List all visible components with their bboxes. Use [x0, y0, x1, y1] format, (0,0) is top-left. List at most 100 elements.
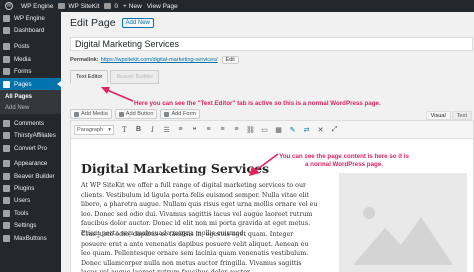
add-media-button[interactable]: Add Media	[70, 109, 112, 119]
fullscreen-icon[interactable]: ⤢	[329, 124, 340, 135]
comment-bubble-icon	[104, 3, 112, 9]
builder-tabs: Text Editor Beaver Builder	[70, 70, 161, 84]
toolbar-toggle-icon[interactable]: ▦	[273, 124, 284, 135]
format-select-value: Paragraph	[77, 126, 104, 133]
italic-icon[interactable]: I	[147, 124, 158, 135]
sidebar-item-posts[interactable]: Posts	[0, 41, 61, 53]
sidebar-item-appearance[interactable]: Appearance	[0, 158, 61, 170]
tab-text-editor[interactable]: Text Editor	[70, 70, 109, 84]
view-page-label: View Page	[146, 2, 178, 10]
sidebar-item-label: ThirstyAffiliates	[14, 132, 56, 140]
read-more-icon[interactable]: ▭	[259, 124, 270, 135]
admin-bar-view-page[interactable]: View Page	[147, 3, 178, 10]
tinymce-editor[interactable]: Paragraph ▾ T B I ☰ ≡ ❝ ≡ ≡ ≡ ⛓ ▭ ▦ ✎ ⇄ ✕…	[70, 120, 474, 272]
pages-icon	[3, 80, 10, 88]
sidebar-item-label: MaxButtons	[14, 234, 47, 242]
sidebar-item-dashboard[interactable]: Dashboard	[0, 24, 61, 36]
comments-count: 0	[114, 2, 118, 10]
editor-toolbar: Paragraph ▾ T B I ☰ ≡ ❝ ≡ ≡ ≡ ⛓ ▭ ▦ ✎ ⇄ ✕…	[71, 121, 473, 139]
sidebar-item-convert-pro[interactable]: Convert Pro	[0, 142, 61, 154]
sidebar-item-label: Settings	[14, 222, 37, 230]
sidebar-item-comments[interactable]: Comments	[0, 117, 61, 129]
submenu-all-pages[interactable]: All Pages	[0, 91, 61, 102]
thirsty-link-icon[interactable]: ✎	[287, 124, 298, 135]
button-icon	[118, 111, 124, 117]
annotation-arrow-icon	[101, 87, 134, 102]
plus-icon: +	[122, 2, 127, 10]
sidebar-item-label: Pages	[14, 80, 32, 88]
add-form-button[interactable]: Add Form	[160, 109, 200, 119]
sidebar-item-settings[interactable]: Settings	[0, 219, 61, 231]
permalink-row: Permalink: https://wpsitekit.com/digital…	[70, 56, 239, 64]
comments-icon	[3, 120, 10, 128]
content-paragraph-2: Cras justo odio, dapibus ac facilisis in…	[81, 231, 309, 272]
sidebar-item-maxbuttons[interactable]: MaxButtons	[0, 232, 61, 244]
sidebar-item-label: Comments	[14, 120, 44, 128]
sidebar-item-beaver-builder[interactable]: Beaver Builder	[0, 170, 61, 182]
format-select[interactable]: Paragraph ▾	[74, 124, 114, 135]
admin-bar-site[interactable]: WP SiteKit	[58, 3, 99, 10]
sidebar-item-wp-engine[interactable]: WP Engine	[0, 12, 61, 24]
editor-mode-tabs: Visual Text	[425, 111, 472, 120]
annotation-content-note: You can see the page content is here so …	[279, 153, 409, 168]
blockquote-icon[interactable]: ❝	[189, 124, 200, 135]
media-icon	[74, 111, 79, 117]
align-center-icon[interactable]: ≡	[217, 124, 228, 135]
sidebar-item-thirstyaffiliates[interactable]: ThirstyAffiliates	[0, 130, 61, 142]
tab-text[interactable]: Text	[451, 111, 472, 120]
convert-pro-icon	[3, 144, 10, 152]
wp-edit-page-screen: W WP Engine WP SiteKit 0 + New View Page …	[0, 0, 474, 272]
admin-sidebar: WP Engine Dashboard Posts Media Forms Pa…	[0, 12, 61, 272]
page-heading-row: Edit Page Add New	[70, 17, 154, 29]
affiliate-link-icon[interactable]: ⇄	[301, 124, 312, 135]
sidebar-item-forms[interactable]: Forms	[0, 66, 61, 78]
numbered-list-icon[interactable]: ≡	[175, 124, 186, 135]
font-color-icon[interactable]: T	[119, 124, 130, 135]
align-left-icon[interactable]: ≡	[203, 124, 214, 135]
add-button-button[interactable]: Add Button	[114, 109, 158, 119]
permalink-edit-button[interactable]: Edit	[221, 56, 239, 64]
submenu-add-new[interactable]: Add New	[0, 102, 61, 113]
image-placeholder	[339, 173, 467, 272]
media-buttons: Add Media Add Button Add Form	[70, 109, 203, 119]
admin-bar-comments[interactable]: 0	[104, 3, 118, 10]
sidebar-item-media[interactable]: Media	[0, 53, 61, 65]
dashboard-icon	[3, 27, 10, 35]
align-right-icon[interactable]: ≡	[231, 124, 242, 135]
pages-submenu: All Pages Add New	[0, 90, 61, 115]
chevron-down-icon: ▾	[108, 126, 111, 133]
add-media-label: Add Media	[81, 111, 108, 117]
admin-bar-new[interactable]: + New	[123, 3, 142, 10]
link-icon[interactable]: ⛓	[245, 124, 256, 135]
sidebar-item-label: Forms	[14, 68, 32, 76]
sidebar-item-tools[interactable]: Tools	[0, 207, 61, 219]
add-new-button[interactable]: Add New	[121, 18, 154, 28]
tab-beaver-builder[interactable]: Beaver Builder	[110, 70, 160, 84]
tools-icon	[3, 209, 10, 217]
sidebar-item-plugins[interactable]: Plugins	[0, 182, 61, 194]
sidebar-item-label: Media	[14, 55, 31, 63]
admin-bar-wp-engine[interactable]: WP Engine	[21, 3, 53, 10]
appearance-icon	[3, 160, 10, 168]
add-button-label: Add Button	[125, 111, 154, 117]
sidebar-item-label: Appearance	[14, 160, 48, 168]
permalink-link[interactable]: https://wpsitekit.com/digital-marketing-…	[101, 57, 218, 63]
wordpress-icon: W	[5, 2, 13, 10]
form-icon	[164, 111, 170, 117]
tab-visual[interactable]: Visual	[425, 111, 451, 120]
bullet-list-icon[interactable]: ☰	[161, 124, 172, 135]
users-icon	[3, 197, 10, 205]
sidebar-item-label: Beaver Builder	[14, 172, 55, 180]
sidebar-item-label: WP Engine	[14, 14, 45, 22]
admin-bar: W WP Engine WP SiteKit 0 + New View Page	[0, 0, 474, 12]
sidebar-item-label: Convert Pro	[14, 144, 48, 152]
wordpress-logo[interactable]: W	[5, 2, 16, 10]
new-label: New	[128, 2, 142, 10]
sidebar-item-pages[interactable]: Pages	[0, 77, 61, 91]
special-icon[interactable]: ✕	[315, 124, 326, 135]
sidebar-item-users[interactable]: Users	[0, 195, 61, 207]
post-title-input[interactable]: Digital Marketing Services	[70, 37, 473, 51]
sidebar-item-label: Posts	[14, 43, 30, 51]
page-title: Edit Page	[70, 17, 116, 29]
bold-icon[interactable]: B	[133, 124, 144, 135]
